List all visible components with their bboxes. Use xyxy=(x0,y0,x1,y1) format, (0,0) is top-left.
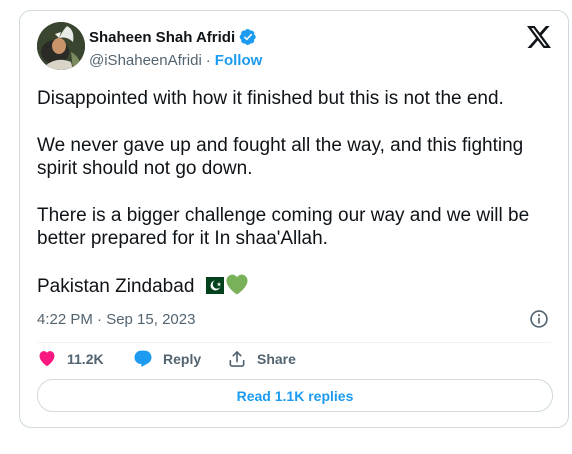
info-icon[interactable] xyxy=(529,309,549,329)
tweet-paragraph: Disappointed with how it finished but th… xyxy=(37,88,504,109)
avatar[interactable] xyxy=(37,22,85,70)
avatar-image xyxy=(37,22,85,70)
tweet-timestamp[interactable]: 4:22 PM · Sep 15, 2023 xyxy=(37,311,195,328)
tweet-closing-line: Pakistan Zindabad xyxy=(37,274,557,298)
separator-dot: · xyxy=(205,52,211,69)
tweet-paragraph: There is a bigger challenge coming our w… xyxy=(37,205,530,249)
tweet-card: Shaheen Shah Afridi @iShaheenAfridi · Fo… xyxy=(19,10,569,428)
tweet-text: Disappointed with how it finished but th… xyxy=(37,87,557,298)
read-replies-button[interactable]: Read 1.1K replies xyxy=(37,379,553,412)
green-heart-icon xyxy=(226,274,248,295)
action-bar: 11.2K Reply Share xyxy=(37,349,296,369)
handle-row: @iShaheenAfridi · Follow xyxy=(89,52,262,69)
like-count: 11.2K xyxy=(67,351,104,367)
divider xyxy=(37,342,551,343)
follow-button[interactable]: Follow xyxy=(215,52,263,69)
reply-label: Reply xyxy=(163,351,202,367)
x-logo-icon[interactable] xyxy=(527,26,551,48)
reply-button[interactable]: Reply xyxy=(133,349,219,369)
share-button[interactable]: Share xyxy=(227,349,296,369)
share-icon xyxy=(229,351,245,367)
like-button[interactable]: 11.2K xyxy=(37,349,127,369)
closing-text: Pakistan Zindabad xyxy=(37,276,195,297)
reply-bubble-icon xyxy=(134,350,152,367)
author-name[interactable]: Shaheen Shah Afridi xyxy=(89,29,235,46)
author-handle[interactable]: @iShaheenAfridi xyxy=(89,52,202,69)
tweet-paragraph: We never gave up and fought all the way,… xyxy=(37,135,524,179)
share-label: Share xyxy=(257,351,296,367)
verified-badge-icon xyxy=(239,28,256,46)
pakistan-flag-icon xyxy=(200,277,225,294)
author-name-row: Shaheen Shah Afridi xyxy=(89,28,257,46)
heart-icon xyxy=(39,351,55,366)
